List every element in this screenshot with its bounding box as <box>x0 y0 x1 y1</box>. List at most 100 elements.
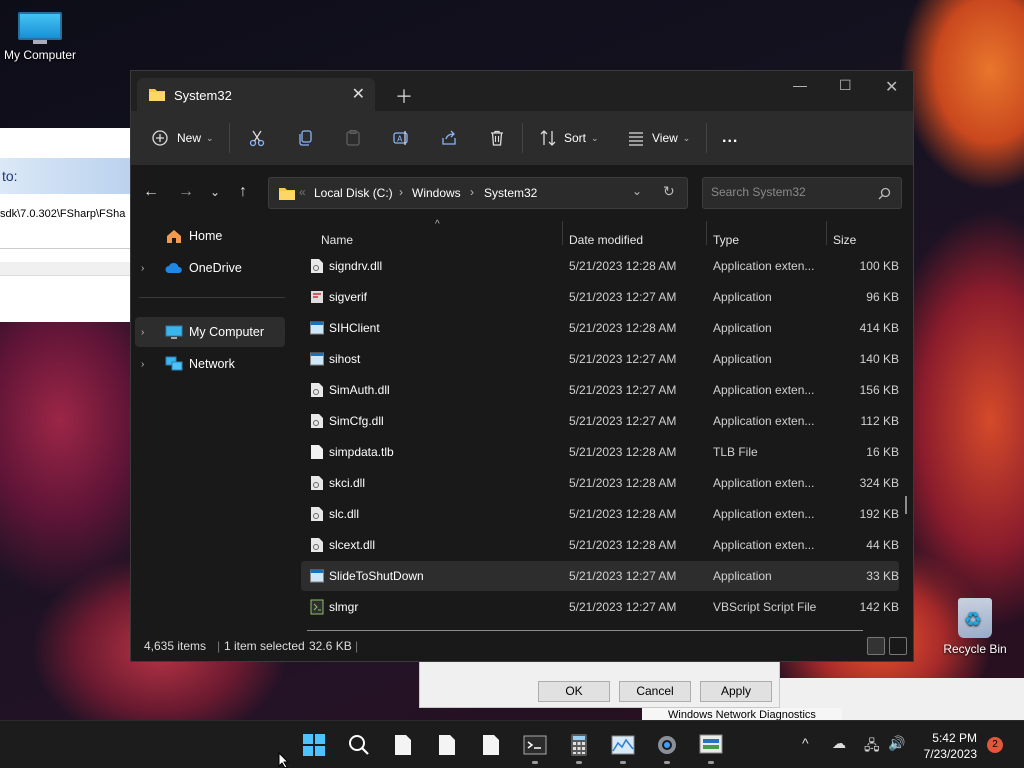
background-window-title[interactable]: Windows Network Diagnostics <box>642 708 842 720</box>
file-row[interactable]: slcext.dll 5/21/2023 12:28 AM Applicatio… <box>301 530 899 560</box>
folder-icon <box>149 89 165 101</box>
calculator-icon[interactable] <box>567 733 591 757</box>
new-tab-icon[interactable]: ＋ <box>395 83 413 109</box>
clock[interactable]: 5:42 PM 7/23/2023 <box>924 730 977 762</box>
ok-button[interactable]: OK <box>538 681 610 702</box>
start-windows-icon[interactable] <box>302 733 326 757</box>
network-status-icon[interactable]: 🖧 <box>864 735 880 759</box>
running-indicator <box>620 761 626 764</box>
nav-item-my-computer[interactable]: › My Computer <box>135 317 285 347</box>
file-row[interactable]: signdrv.dll 5/21/2023 12:28 AM Applicati… <box>301 251 899 281</box>
file-row-selected[interactable]: SlideToShutDown 5/21/2023 12:27 AM Appli… <box>301 561 899 591</box>
refresh-icon[interactable]: ↻ <box>663 183 675 200</box>
file-row[interactable]: sihost 5/21/2023 12:27 AM Application 14… <box>301 344 899 374</box>
copy-button[interactable] <box>296 127 314 149</box>
file-row[interactable]: slc.dll 5/21/2023 12:28 AM Application e… <box>301 499 899 529</box>
rename-button[interactable]: A <box>392 127 410 149</box>
nav-item-network[interactable]: › Network <box>135 349 285 379</box>
column-divider[interactable] <box>826 221 827 245</box>
search-input[interactable] <box>711 185 871 199</box>
file-size: 156 KB <box>859 383 899 397</box>
file-row[interactable]: slmgr 5/21/2023 12:27 AM VBScript Script… <box>301 592 899 622</box>
file-row[interactable]: sigverif 5/21/2023 12:27 AM Application … <box>301 282 899 312</box>
settings-gear-icon[interactable] <box>655 733 679 757</box>
apply-button[interactable]: Apply <box>700 681 772 702</box>
view-button[interactable]: View ⌄ <box>627 127 690 149</box>
file-type: Application <box>713 352 772 366</box>
back-arrow-icon[interactable]: ← <box>143 183 159 201</box>
tab-system32[interactable]: System32 ✕ <box>137 78 375 111</box>
document-icon[interactable] <box>391 733 415 757</box>
file-row[interactable]: skci.dll 5/21/2023 12:28 AM Application … <box>301 468 899 498</box>
onedrive-offline-icon[interactable]: ☁ <box>832 735 846 752</box>
sort-button-label: Sort <box>564 131 587 145</box>
file-row[interactable]: simpdata.tlb 5/21/2023 12:28 AM TLB File… <box>301 437 899 467</box>
up-arrow-icon[interactable]: ↑ <box>239 183 247 201</box>
paste-button[interactable] <box>344 127 362 149</box>
breadcrumb-system32[interactable]: System32 <box>484 186 537 200</box>
vertical-scrollbar[interactable] <box>905 496 907 514</box>
file-row[interactable]: SimAuth.dll 5/21/2023 12:27 AM Applicati… <box>301 375 899 405</box>
document-icon[interactable] <box>479 733 503 757</box>
expand-chevron-icon[interactable]: › <box>141 359 157 370</box>
new-button[interactable]: New ⌄ <box>151 127 214 149</box>
resource-monitor-icon[interactable] <box>611 733 635 757</box>
maximize-icon[interactable]: ☐ <box>839 77 852 94</box>
cancel-button[interactable]: Cancel <box>619 681 691 702</box>
terminal-icon[interactable] <box>523 733 547 757</box>
nav-item-onedrive[interactable]: › OneDrive <box>135 253 285 283</box>
address-row: ← → ⌄ ↑ « Local Disk (C:) › Windows › Sy… <box>131 165 913 221</box>
large-icons-view-icon[interactable] <box>889 637 907 655</box>
network-diagnostics-icon[interactable] <box>699 733 723 757</box>
show-hidden-icons-chevron-icon[interactable]: ^ <box>802 735 809 751</box>
expand-chevron-icon[interactable]: › <box>141 263 157 274</box>
breadcrumb-local-disk[interactable]: Local Disk (C:) <box>314 186 393 200</box>
column-header-size[interactable]: Size <box>833 233 856 247</box>
desktop-recycle-bin-icon[interactable]: ♻ Recycle Bin <box>940 598 1010 656</box>
blank-file-icon <box>311 445 323 459</box>
breadcrumb-separator-icon[interactable]: › <box>399 185 403 199</box>
dialog-header-text: to: <box>2 168 18 184</box>
nav-item-label: OneDrive <box>189 261 242 275</box>
column-header-type[interactable]: Type <box>713 233 739 247</box>
desktop-icon-label: My Computer <box>3 48 77 62</box>
column-divider[interactable] <box>706 221 707 245</box>
svg-text:A: A <box>397 135 403 144</box>
share-button[interactable] <box>440 127 458 149</box>
volume-icon[interactable]: 🔊 <box>888 735 905 752</box>
column-divider[interactable] <box>562 221 563 245</box>
cut-button[interactable] <box>248 127 266 149</box>
file-row[interactable]: SIHClient 5/21/2023 12:28 AM Application… <box>301 313 899 343</box>
column-header-name[interactable]: Name <box>321 233 353 247</box>
overflow-chevron-icon[interactable]: « <box>299 185 306 199</box>
file-explorer-window: System32 ✕ ＋ — ☐ ✕ New ⌄ A Sort ⌄ View ⌄… <box>130 70 914 662</box>
search-icon[interactable] <box>347 733 371 757</box>
close-window-icon[interactable]: ✕ <box>885 77 898 97</box>
new-button-label: New <box>177 131 202 145</box>
file-date: 5/21/2023 12:27 AM <box>569 352 677 366</box>
background-dialog-buttons: OK Cancel Apply <box>419 660 780 708</box>
chevron-down-icon: ⌄ <box>591 132 599 143</box>
chevron-down-icon[interactable]: ⌄ <box>632 184 642 198</box>
desktop-my-computer-icon[interactable]: My Computer <box>0 8 80 62</box>
nav-item-home[interactable]: Home <box>135 221 285 251</box>
details-view-icon[interactable] <box>867 637 885 655</box>
breadcrumb-separator-icon[interactable]: › <box>470 185 474 199</box>
forward-arrow-icon[interactable]: → <box>178 183 194 201</box>
expand-chevron-icon[interactable]: › <box>141 327 157 338</box>
file-row[interactable]: SimCfg.dll 5/21/2023 12:27 AM Applicatio… <box>301 406 899 436</box>
sort-button[interactable]: Sort ⌄ <box>539 127 599 149</box>
column-header-date[interactable]: Date modified <box>569 233 643 247</box>
file-type: Application exten... <box>713 414 815 428</box>
document-icon[interactable] <box>435 733 459 757</box>
close-tab-icon[interactable]: ✕ <box>352 84 365 104</box>
notification-badge[interactable]: 2 <box>987 737 1003 753</box>
more-options-button[interactable]: ... <box>722 127 738 149</box>
minimize-icon[interactable]: — <box>793 77 807 93</box>
delete-button[interactable] <box>488 127 506 149</box>
search-box[interactable] <box>702 177 902 209</box>
breadcrumb-windows[interactable]: Windows <box>412 186 461 200</box>
app-window-icon <box>310 321 324 335</box>
address-bar[interactable]: « Local Disk (C:) › Windows › System32 ⌄… <box>268 177 688 209</box>
recent-locations-chevron-icon[interactable]: ⌄ <box>210 185 220 199</box>
